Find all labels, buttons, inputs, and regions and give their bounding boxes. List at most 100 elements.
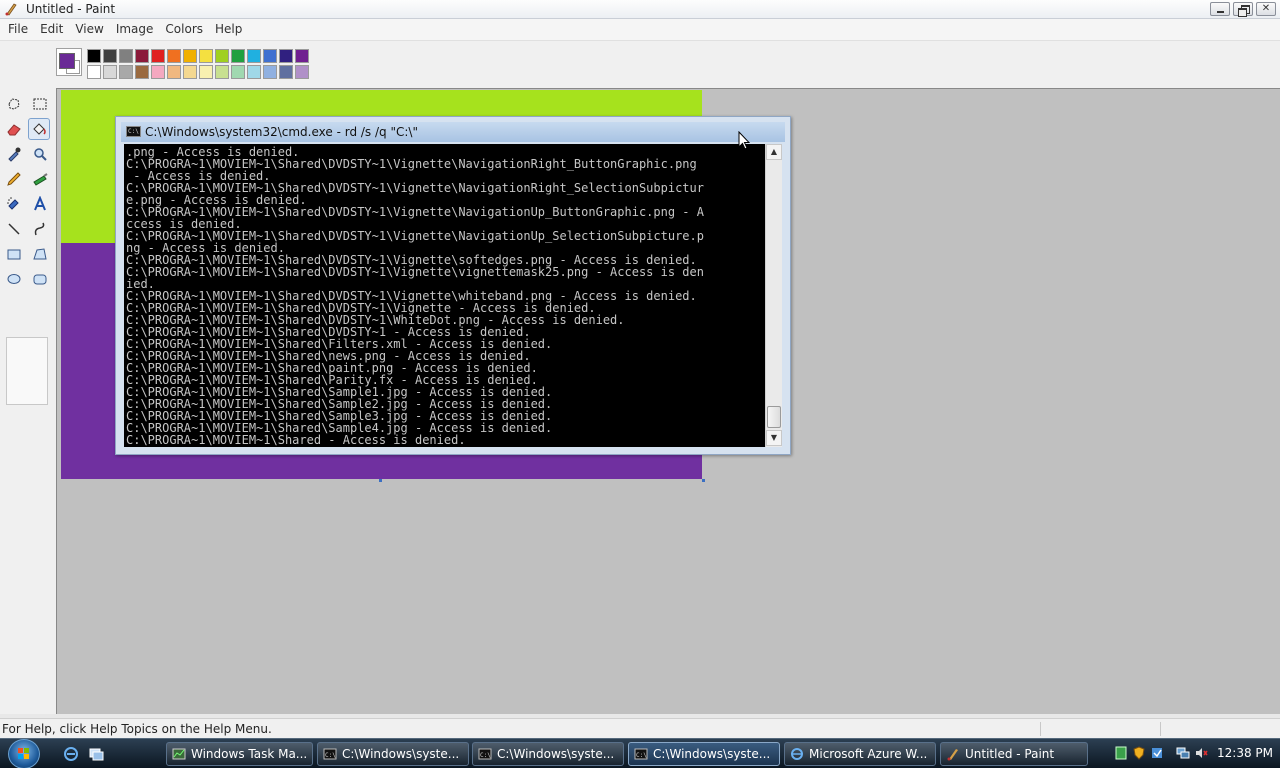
restore-button[interactable] bbox=[1233, 2, 1253, 17]
taskbar-button-cmd[interactable]: C:\ C:\Windows\syste... bbox=[472, 742, 624, 766]
brush-tool[interactable] bbox=[29, 168, 51, 190]
windows-update-icon[interactable] bbox=[1150, 746, 1164, 760]
menu-view[interactable]: View bbox=[69, 19, 109, 40]
magnifier-icon bbox=[34, 148, 47, 161]
palette-swatch[interactable] bbox=[215, 65, 229, 79]
window-title: Untitled - Paint bbox=[26, 2, 116, 16]
palette-swatch[interactable] bbox=[199, 65, 213, 79]
paint-icon bbox=[947, 749, 958, 761]
minimize-button[interactable] bbox=[1210, 2, 1230, 16]
cmd-window[interactable]: C:\ C:\Windows\system32\cmd.exe - rd /s … bbox=[115, 116, 791, 455]
network-icon[interactable] bbox=[1176, 746, 1190, 760]
palette-swatch[interactable] bbox=[119, 49, 133, 63]
toolbox bbox=[0, 88, 56, 714]
palette-swatch[interactable] bbox=[183, 65, 197, 79]
menu-edit[interactable]: Edit bbox=[34, 19, 69, 40]
palette-swatch[interactable] bbox=[295, 65, 309, 79]
palette-swatch[interactable] bbox=[87, 49, 101, 63]
status-help-text: For Help, click Help Topics on the Help … bbox=[2, 722, 272, 736]
free-select-tool[interactable] bbox=[3, 93, 25, 115]
rectangle-icon bbox=[7, 249, 21, 260]
palette-swatch[interactable] bbox=[215, 49, 229, 63]
line-tool[interactable] bbox=[3, 218, 25, 240]
cmd-title-bar[interactable]: C:\ C:\Windows\system32\cmd.exe - rd /s … bbox=[121, 122, 785, 142]
volume-muted-icon[interactable] bbox=[1194, 746, 1208, 760]
palette-swatch[interactable] bbox=[151, 49, 165, 63]
ie-quicklaunch-icon[interactable] bbox=[63, 746, 79, 762]
palette-swatch[interactable] bbox=[167, 49, 181, 63]
paint-icon bbox=[5, 3, 17, 16]
resize-handle-bottom[interactable] bbox=[379, 479, 382, 482]
start-button[interactable] bbox=[8, 739, 40, 768]
palette-swatch[interactable] bbox=[295, 49, 309, 63]
palette-swatch[interactable] bbox=[247, 49, 261, 63]
ie-icon bbox=[791, 748, 803, 760]
taskbar-button-paint[interactable]: Untitled - Paint bbox=[940, 742, 1088, 766]
palette-swatch[interactable] bbox=[231, 65, 245, 79]
cmd-icon: C:\ bbox=[126, 126, 141, 137]
curve-icon bbox=[34, 222, 45, 236]
console-output[interactable]: .png - Access is denied. C:\PROGRA~1\MOVI… bbox=[124, 144, 765, 447]
palette-swatch[interactable] bbox=[167, 65, 181, 79]
palette-swatch[interactable] bbox=[119, 65, 133, 79]
text-a-icon bbox=[34, 196, 46, 211]
eraser-tool[interactable] bbox=[3, 118, 25, 140]
tool-options-panel[interactable] bbox=[6, 337, 48, 405]
taskbar-button-task-manager[interactable]: Windows Task Ma... bbox=[166, 742, 313, 766]
taskbar-clock[interactable]: 12:38 PM bbox=[1217, 746, 1273, 760]
palette-swatch[interactable] bbox=[151, 65, 165, 79]
curve-tool[interactable] bbox=[29, 218, 51, 240]
taskbar-button-label: Untitled - Paint bbox=[965, 747, 1055, 761]
title-bar[interactable]: Untitled - Paint ✕ bbox=[0, 0, 1280, 19]
foreground-color-swatch[interactable] bbox=[59, 53, 75, 69]
airbrush-tool[interactable] bbox=[3, 193, 25, 215]
rectangle-tool[interactable] bbox=[3, 243, 25, 265]
taskbar-button-cmd[interactable]: C:\ C:\Windows\syste... bbox=[317, 742, 469, 766]
palette-swatch[interactable] bbox=[263, 49, 277, 63]
palette-swatch[interactable] bbox=[87, 65, 101, 79]
palette-swatch[interactable] bbox=[279, 49, 293, 63]
pencil-tool[interactable] bbox=[3, 168, 25, 190]
menu-file[interactable]: File bbox=[2, 19, 34, 40]
menu-help[interactable]: Help bbox=[209, 19, 248, 40]
text-tool[interactable] bbox=[29, 193, 51, 215]
palette-swatch[interactable] bbox=[263, 65, 277, 79]
polygon-tool[interactable] bbox=[29, 243, 51, 265]
color-picker-tool[interactable] bbox=[3, 143, 25, 165]
cmd-icon: C:\ bbox=[634, 748, 648, 760]
palette-swatch[interactable] bbox=[279, 65, 293, 79]
window-controls: ✕ bbox=[1210, 2, 1276, 17]
magnifier-tool[interactable] bbox=[29, 143, 51, 165]
taskbar-button-ie[interactable]: Microsoft Azure W... bbox=[784, 742, 936, 766]
taskbar-button-cmd-active[interactable]: C:\ C:\Windows\syste... bbox=[628, 742, 780, 766]
tray-app-icon[interactable] bbox=[1114, 746, 1128, 760]
rect-select-tool[interactable] bbox=[29, 93, 51, 115]
resize-handle-corner[interactable] bbox=[702, 479, 705, 482]
palette-swatch[interactable] bbox=[135, 49, 149, 63]
palette-swatch[interactable] bbox=[103, 49, 117, 63]
show-desktop-icon[interactable] bbox=[88, 746, 104, 762]
fill-tool[interactable] bbox=[28, 118, 50, 140]
scroll-up-arrow-icon[interactable]: ▲ bbox=[766, 144, 782, 160]
menu-image[interactable]: Image bbox=[110, 19, 160, 40]
menu-colors[interactable]: Colors bbox=[159, 19, 209, 40]
scroll-down-arrow-icon[interactable]: ▼ bbox=[766, 430, 782, 446]
color-palette bbox=[87, 49, 310, 79]
status-divider bbox=[1040, 722, 1041, 736]
rounded-rect-tool[interactable] bbox=[29, 268, 51, 290]
eyedropper-icon bbox=[8, 147, 21, 162]
palette-swatch[interactable] bbox=[199, 49, 213, 63]
palette-swatch[interactable] bbox=[183, 49, 197, 63]
security-shield-icon[interactable] bbox=[1132, 746, 1146, 760]
console-scrollbar[interactable]: ▲ ▼ bbox=[765, 144, 782, 447]
windows-logo-icon bbox=[18, 748, 29, 759]
palette-swatch[interactable] bbox=[103, 65, 117, 79]
palette-swatch[interactable] bbox=[231, 49, 245, 63]
palette-swatch[interactable] bbox=[247, 65, 261, 79]
close-button[interactable]: ✕ bbox=[1256, 2, 1276, 16]
console-line: C:\PROGRA~1\MOVIEM~1\Shared - Access is … bbox=[126, 433, 466, 447]
taskbar: Windows Task Ma... C:\ C:\Windows\syste.… bbox=[0, 738, 1280, 768]
ellipse-tool[interactable] bbox=[3, 268, 25, 290]
scroll-thumb[interactable] bbox=[767, 406, 781, 428]
palette-swatch[interactable] bbox=[135, 65, 149, 79]
